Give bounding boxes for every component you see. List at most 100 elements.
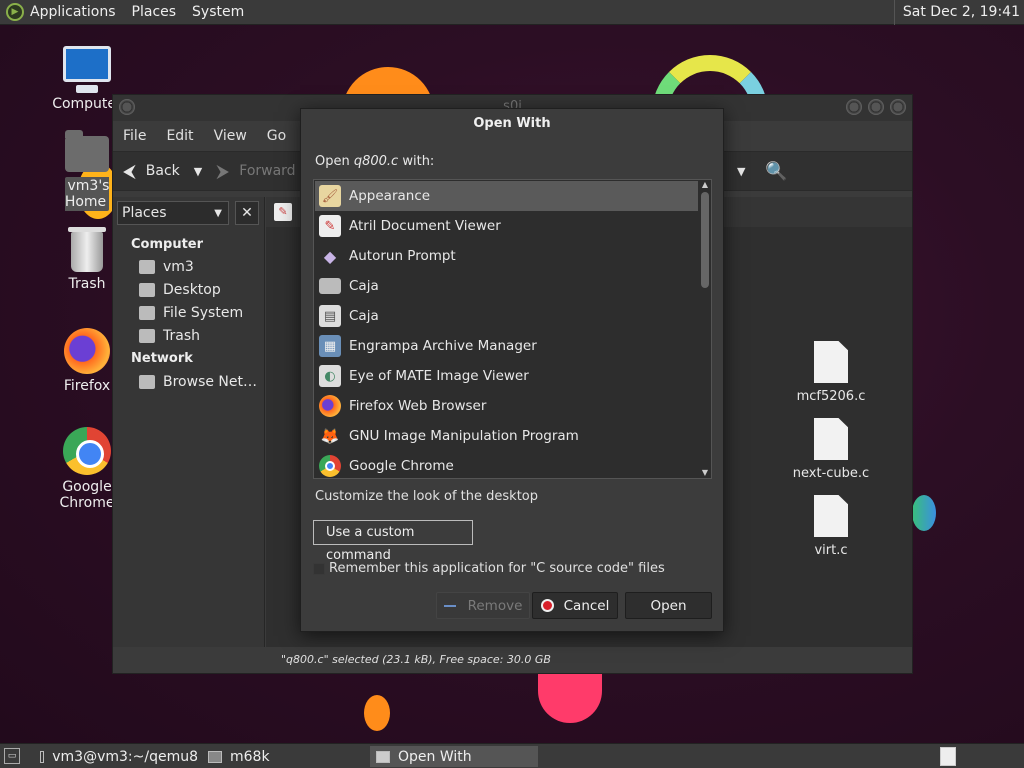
app-name: Engrampa Archive Manager: [349, 338, 537, 354]
app-item-autorun[interactable]: ◆ Autorun Prompt: [315, 241, 698, 271]
remember-label: Remember this application for "C source …: [329, 561, 665, 576]
app-item-atril[interactable]: ✎ Atril Document Viewer: [315, 211, 698, 241]
cancel-icon: [540, 599, 554, 612]
list-scrollbar[interactable]: ▲ ▼: [699, 180, 711, 478]
menu-edit[interactable]: Edit: [166, 128, 193, 144]
engrampa-icon: ▦: [319, 335, 341, 357]
app-item-gimp[interactable]: 🦊 GNU Image Manipulation Program: [315, 421, 698, 451]
applications-menu[interactable]: Applications: [30, 4, 116, 20]
prompt-prefix: Open: [315, 154, 354, 169]
maximize-button[interactable]: [868, 99, 884, 115]
file-item[interactable]: virt.c: [786, 495, 876, 558]
cancel-button[interactable]: Cancel: [532, 592, 618, 619]
remove-label: Remove: [467, 597, 523, 614]
caja-folder-icon: [319, 278, 341, 294]
sidebar-item-desktop[interactable]: Desktop: [139, 282, 221, 298]
chevron-down-icon[interactable]: ▼: [194, 165, 202, 178]
file-item[interactable]: mcf5206.c: [786, 341, 876, 404]
app-item-firefox[interactable]: Firefox Web Browser: [315, 391, 698, 421]
use-custom-command-button[interactable]: Use a custom command: [313, 520, 473, 563]
remember-checkbox[interactable]: [313, 562, 325, 575]
app-item-eom[interactable]: ◐ Eye of MATE Image Viewer: [315, 361, 698, 391]
search-icon[interactable]: 🔍: [765, 161, 787, 182]
app-item-engrampa[interactable]: ▦ Engrampa Archive Manager: [315, 331, 698, 361]
menu-go[interactable]: Go: [267, 128, 286, 144]
sidebar-item-label: vm3: [163, 259, 194, 275]
atril-icon: ✎: [319, 215, 341, 237]
drive-icon: [139, 306, 155, 320]
system-menu[interactable]: System: [192, 4, 244, 20]
back-arrow-icon: ⮜: [123, 160, 136, 182]
workspace-switcher[interactable]: [940, 747, 956, 766]
cancel-label: Cancel: [563, 597, 610, 614]
menu-file[interactable]: File: [123, 128, 146, 144]
task-open-with[interactable]: Open With: [370, 746, 538, 767]
decor-blob: [538, 673, 602, 723]
app-description: Customize the look of the desktop: [315, 489, 538, 504]
sidebar-item-trash[interactable]: Trash: [139, 328, 200, 344]
chrome-icon: [63, 427, 111, 475]
trash-icon: [139, 329, 155, 343]
task-m68k[interactable]: m68k: [202, 746, 366, 767]
forward-label: Forward: [239, 163, 296, 179]
sidebar: Places ▼ ✕ Computer vm3 Desktop File Sys…: [113, 197, 265, 649]
app-name: Google Chrome: [349, 458, 454, 474]
bottom-panel: ▭ vm3@vm3:~/qemu8 m68k Open With: [0, 743, 1024, 768]
places-menu[interactable]: Places: [132, 4, 177, 20]
close-button[interactable]: [890, 99, 906, 115]
scroll-up-icon[interactable]: ▲: [701, 180, 709, 190]
app-name: Caja: [349, 308, 379, 324]
status-bar: "q800.c" selected (23.1 kB), Free space:…: [113, 647, 912, 673]
folder-icon: [208, 750, 222, 763]
app-item-caja-2[interactable]: ▤ Caja: [315, 301, 698, 331]
text-file-icon: [814, 495, 848, 537]
edit-location-icon[interactable]: ✎: [274, 203, 292, 221]
decor-blob: [364, 695, 390, 731]
back-button[interactable]: ⮜ Back ▼: [123, 161, 202, 182]
clock[interactable]: Sat Dec 2, 19:41: [893, 0, 1020, 25]
application-list[interactable]: 🖌 Appearance ✎ Atril Document Viewer ◆ A…: [313, 179, 712, 479]
app-name: Atril Document Viewer: [349, 218, 501, 234]
scrollbar-thumb[interactable]: [701, 192, 709, 288]
appearance-icon: 🖌: [319, 185, 341, 207]
app-name: Firefox Web Browser: [349, 398, 487, 414]
back-label: Back: [145, 163, 180, 179]
file-name: mcf5206.c: [796, 389, 866, 404]
sidebar-heading-network: Network: [131, 351, 193, 366]
minimize-button[interactable]: [846, 99, 862, 115]
task-label: m68k: [230, 748, 270, 765]
computer-icon: [63, 46, 111, 93]
chrome-icon: [319, 455, 341, 477]
dialog-prompt: Open q800.c with:: [315, 154, 434, 169]
show-desktop-icon[interactable]: ▭: [4, 748, 20, 764]
app-item-chrome[interactable]: Google Chrome: [315, 451, 698, 478]
gimp-icon: 🦊: [320, 427, 340, 445]
menu-view[interactable]: View: [214, 128, 247, 144]
scroll-down-icon[interactable]: ▼: [701, 468, 709, 478]
sidebar-item-browse-network[interactable]: Browse Net…: [139, 374, 257, 390]
remember-checkbox-row[interactable]: Remember this application for "C source …: [313, 561, 665, 576]
file-item[interactable]: next-cube.c: [786, 418, 876, 481]
caja-icon: ▤: [319, 305, 341, 327]
task-terminal[interactable]: vm3@vm3:~/qemu8: [34, 746, 198, 767]
sidebar-item-label: Browse Net…: [163, 374, 258, 390]
open-button[interactable]: Open: [625, 592, 712, 619]
task-label: Open With: [398, 748, 472, 765]
remove-button[interactable]: Remove: [436, 592, 530, 619]
sidebar-item-vm3[interactable]: vm3: [139, 259, 194, 275]
sidebar-heading-computer: Computer: [131, 237, 204, 252]
app-item-appearance[interactable]: 🖌 Appearance: [315, 181, 698, 211]
home-folder-icon: [65, 130, 109, 172]
trash-icon: [68, 227, 106, 272]
app-name: GNU Image Manipulation Program: [349, 428, 579, 444]
places-selector[interactable]: Places ▼: [117, 201, 229, 225]
app-name: Appearance: [349, 188, 431, 204]
close-sidebar-button[interactable]: ✕: [235, 201, 259, 225]
text-file-icon: [814, 418, 848, 460]
forward-button[interactable]: ⮞ Forward: [216, 161, 295, 182]
mate-logo-icon[interactable]: ▶: [6, 3, 24, 21]
chevron-down-icon[interactable]: ▼: [737, 165, 745, 178]
app-item-caja[interactable]: Caja: [315, 271, 698, 301]
home-icon: [139, 260, 155, 274]
sidebar-item-filesystem[interactable]: File System: [139, 305, 243, 321]
